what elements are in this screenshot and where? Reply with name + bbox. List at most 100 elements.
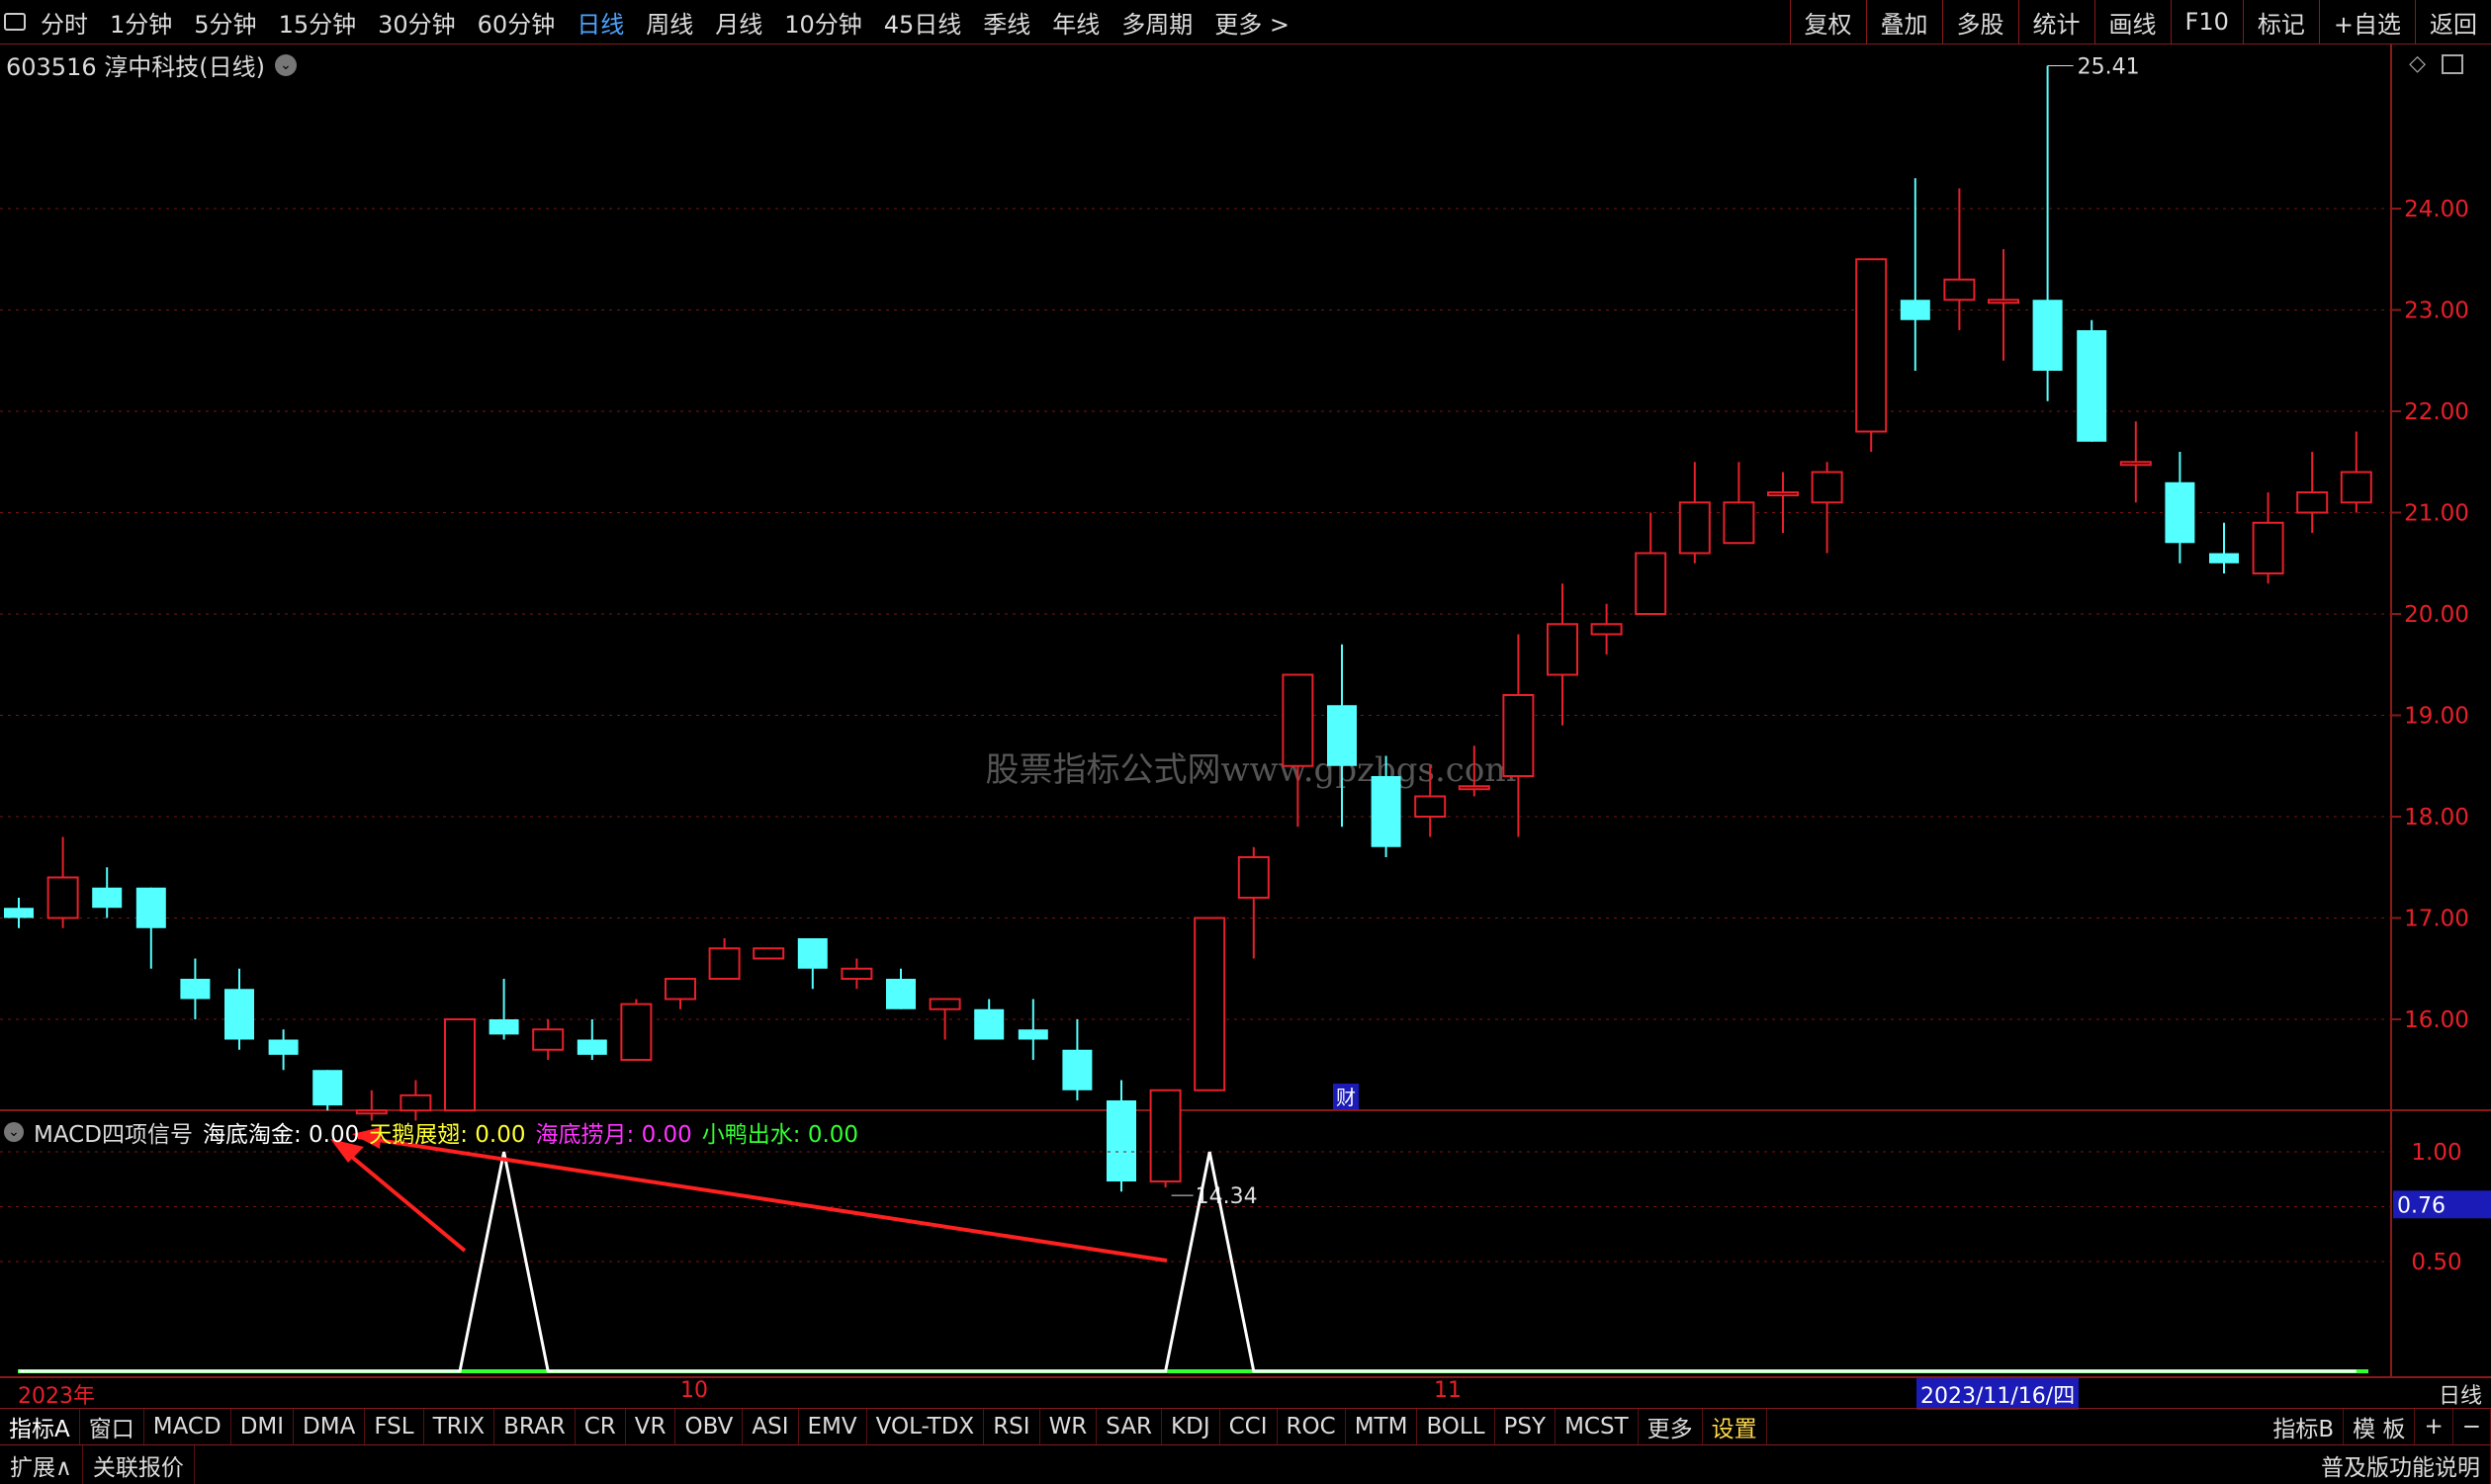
period-tab[interactable]: 45日线 xyxy=(873,0,973,44)
indicator-value: 天鹅展翅: 0.00 xyxy=(369,1122,526,1148)
indicator-tab[interactable]: KDJ xyxy=(1162,1409,1220,1444)
period-tab[interactable]: 30分钟 xyxy=(367,0,467,44)
candle-body-up xyxy=(1237,856,1270,899)
indicator-tab[interactable]: 指标A xyxy=(0,1409,80,1444)
price-label: 20.00 xyxy=(2404,602,2469,628)
related-quote-button[interactable]: 关联报价 xyxy=(83,1445,195,1484)
indicator-tab[interactable]: MCST xyxy=(1556,1409,1639,1444)
high-label: 25.41 xyxy=(2078,54,2140,79)
indicator-tab[interactable]: VOL-TDX xyxy=(867,1409,985,1444)
period-tab[interactable]: 日线 xyxy=(566,0,635,44)
arrow-line-1 xyxy=(334,1142,467,1253)
top-button[interactable]: 多股 xyxy=(1941,0,2018,44)
indicator-tab[interactable]: RSI xyxy=(984,1409,1040,1444)
indicator-tab[interactable]: PSY xyxy=(1495,1409,1557,1444)
period-tab[interactable]: 年线 xyxy=(1041,0,1111,44)
indicator-tab[interactable]: SAR xyxy=(1097,1409,1163,1444)
candle-body-up xyxy=(1547,623,1578,676)
candle-body-down xyxy=(1107,1100,1136,1181)
candle-body-down xyxy=(577,1039,607,1055)
price-label: 19.00 xyxy=(2404,704,2469,730)
price-label: 24.00 xyxy=(2404,197,2469,222)
indicator-tab-right[interactable]: + xyxy=(2415,1409,2453,1444)
indicator-tab[interactable]: WR xyxy=(1040,1409,1098,1444)
candle-body-up xyxy=(1678,501,1711,555)
indicator-axis-label: 0.50 xyxy=(2411,1250,2461,1275)
chart-area[interactable]: 24.00 23.00 22.00 21.00 20.00 19.00 18.00 17.00… xyxy=(0,44,2491,1378)
indicator-tab-right[interactable]: − xyxy=(2453,1409,2491,1444)
indicator-tab[interactable]: MTM xyxy=(1346,1409,1418,1444)
indicator-tab[interactable]: ASI xyxy=(743,1409,799,1444)
indicator-value: 小鸭出水: 0.00 xyxy=(701,1122,859,1148)
indicator-value: 海底淘金: 0.00 xyxy=(202,1122,360,1148)
indicator-tab[interactable]: DMA xyxy=(294,1409,366,1444)
top-button[interactable]: 返回 xyxy=(2415,0,2491,44)
current-value-label: 0.76 xyxy=(2397,1193,2446,1218)
indicator-tab[interactable]: FSL xyxy=(365,1409,424,1444)
help-link[interactable]: 普及版功能说明 xyxy=(2311,1445,2491,1484)
indicator-tab[interactable]: BRAR xyxy=(494,1409,576,1444)
candle-body-up xyxy=(1767,491,1799,496)
candle-body-up xyxy=(1988,299,2019,305)
period-tab[interactable]: 季线 xyxy=(972,0,1041,44)
top-button[interactable]: 复权 xyxy=(1789,0,1866,44)
candle-body-up xyxy=(1458,785,1490,791)
indicator-tabs-right: 指标B 模 板 + − xyxy=(2264,1409,2491,1444)
candle-body-up xyxy=(1282,673,1314,767)
expand-button[interactable]: 扩展∧ xyxy=(0,1445,83,1484)
candle-body-up xyxy=(708,947,741,980)
month-10-label: 10 xyxy=(680,1378,708,1403)
indicator-tab[interactable]: VR xyxy=(626,1409,676,1444)
indicator-tab[interactable]: CR xyxy=(576,1409,626,1444)
period-tab[interactable]: 5分钟 xyxy=(183,0,267,44)
candle-body-down xyxy=(224,989,254,1040)
top-button[interactable]: 画线 xyxy=(2093,0,2171,44)
candle-body-down xyxy=(135,887,166,928)
indicator-tab[interactable]: MACD xyxy=(144,1409,231,1444)
indicator-tab[interactable]: CCI xyxy=(1220,1409,1278,1444)
candle-body-up xyxy=(1635,552,1667,615)
period-tab[interactable]: 月线 xyxy=(704,0,773,44)
candle-body-up xyxy=(532,1028,565,1051)
top-button[interactable]: 叠加 xyxy=(1865,0,1942,44)
price-label: 22.00 xyxy=(2404,399,2469,425)
candle-body-down xyxy=(886,979,916,1009)
indicator-tab-right[interactable]: 模 板 xyxy=(2344,1409,2416,1444)
indicator-tab[interactable]: 窗口 xyxy=(80,1409,144,1444)
price-label: 18.00 xyxy=(2404,805,2469,830)
top-button[interactable]: +自选 xyxy=(2318,0,2415,44)
period-tab[interactable]: 60分钟 xyxy=(467,0,567,44)
indicator-tab[interactable]: TRIX xyxy=(424,1409,495,1444)
period-tab[interactable]: 分时 xyxy=(30,0,99,44)
candle-body-down xyxy=(489,1019,519,1035)
candle-body-up xyxy=(1590,623,1623,636)
indicator-tab[interactable]: 更多 xyxy=(1639,1409,1703,1444)
candle-body-down xyxy=(268,1039,299,1055)
indicator-tab-right[interactable]: 指标B xyxy=(2264,1409,2345,1444)
indicator-tab[interactable]: OBV xyxy=(675,1409,744,1444)
indicator-tab[interactable]: 设置 xyxy=(1703,1409,1767,1444)
period-tab[interactable]: 1分钟 xyxy=(99,0,183,44)
period-tab[interactable]: 更多 > xyxy=(1203,0,1300,44)
period-tab[interactable]: 10分钟 xyxy=(773,0,873,44)
period-tab[interactable]: 周线 xyxy=(635,0,704,44)
top-right-buttons: 复权 叠加 多股 统计 画线 F10 标记 +自选 返回 xyxy=(1789,0,2491,44)
indicator-tab[interactable]: DMI xyxy=(231,1409,295,1444)
bottom-bar: 扩展∧ 关联报价 普及版功能说明 xyxy=(0,1445,2491,1484)
candle-body-down xyxy=(2077,330,2107,442)
period-tab[interactable]: 多周期 xyxy=(1111,0,1203,44)
indicator-tab[interactable]: ROC xyxy=(1278,1409,1346,1444)
window-menu-icon[interactable] xyxy=(0,0,30,44)
candle-body-up xyxy=(1502,694,1535,777)
top-button[interactable]: 统计 xyxy=(2017,0,2094,44)
top-button[interactable]: 标记 xyxy=(2242,0,2319,44)
candle-body-up xyxy=(444,1018,476,1112)
period-tab[interactable]: 15分钟 xyxy=(268,0,368,44)
indicator-tab[interactable]: EMV xyxy=(799,1409,867,1444)
price-label: 17.00 xyxy=(2404,907,2469,932)
month-11-label: 11 xyxy=(1434,1378,1462,1403)
indicator-tab[interactable]: BOLL xyxy=(1417,1409,1495,1444)
chevron-down-icon[interactable]: ⌄ xyxy=(4,1122,24,1142)
top-button[interactable]: F10 xyxy=(2170,0,2243,44)
candle-body-up xyxy=(2340,471,2372,504)
